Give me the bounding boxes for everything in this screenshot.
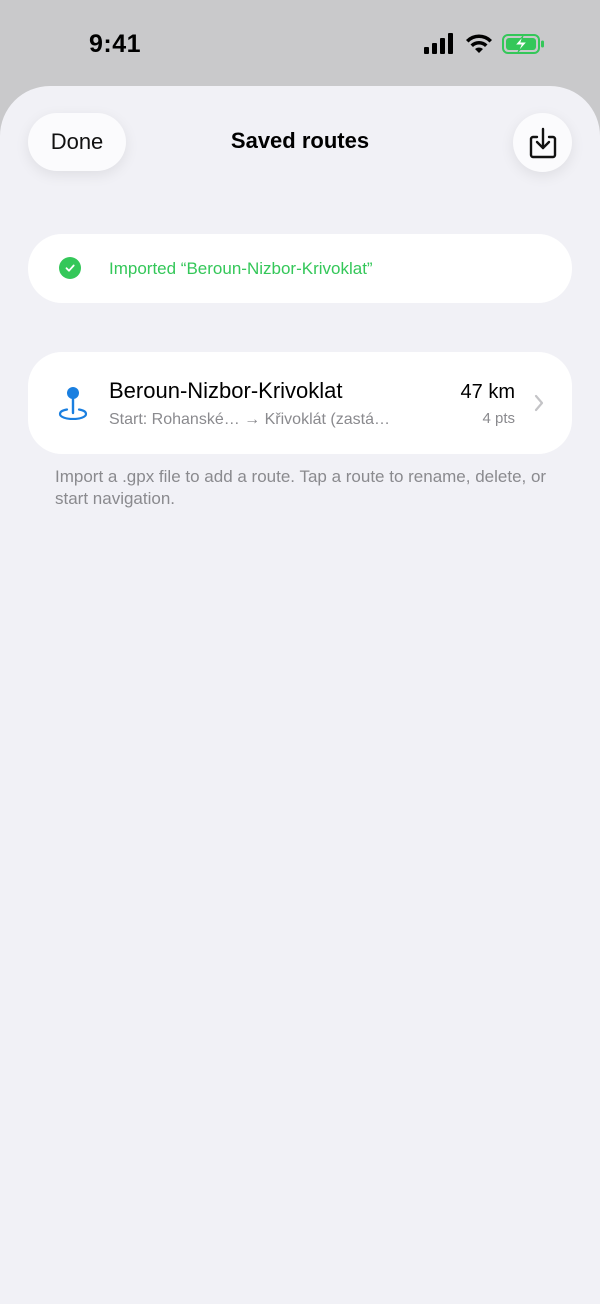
status-bar: 9:41 [0,0,600,86]
checkmark-circle-icon [59,257,81,279]
route-pin-icon [58,387,88,420]
status-icons [424,33,544,54]
import-success-banner: Imported “Beroun-Nizbor-Krivoklat” [28,234,572,303]
footer-note: Import a .gpx file to add a route. Tap a… [55,467,547,508]
banner-text: Imported “Beroun-Nizbor-Krivoklat” [109,259,373,278]
route-row[interactable]: Beroun-Nizbor-Krivoklat Start: Rohanské…… [28,352,572,454]
import-tray-icon [529,127,556,158]
import-button[interactable] [513,113,572,172]
saved-routes-sheet: Done Saved routes Imported “Beroun-Nizbo… [0,86,600,1304]
route-name: Beroun-Nizbor-Krivoklat [109,378,343,403]
nav-bar: Done Saved routes [0,86,600,202]
route-distance: 47 km [460,381,515,403]
battery-charging-icon [502,34,544,54]
route-subtitle: Start: Rohanské… → Křivoklát (zastá… [109,411,390,428]
signal-icon [424,33,453,54]
route-points: 4 pts [482,410,515,427]
page-title: Saved routes [230,128,370,153]
status-time: 9:41 [89,30,142,58]
wifi-icon [466,34,492,53]
chevron-right-icon [534,394,544,412]
